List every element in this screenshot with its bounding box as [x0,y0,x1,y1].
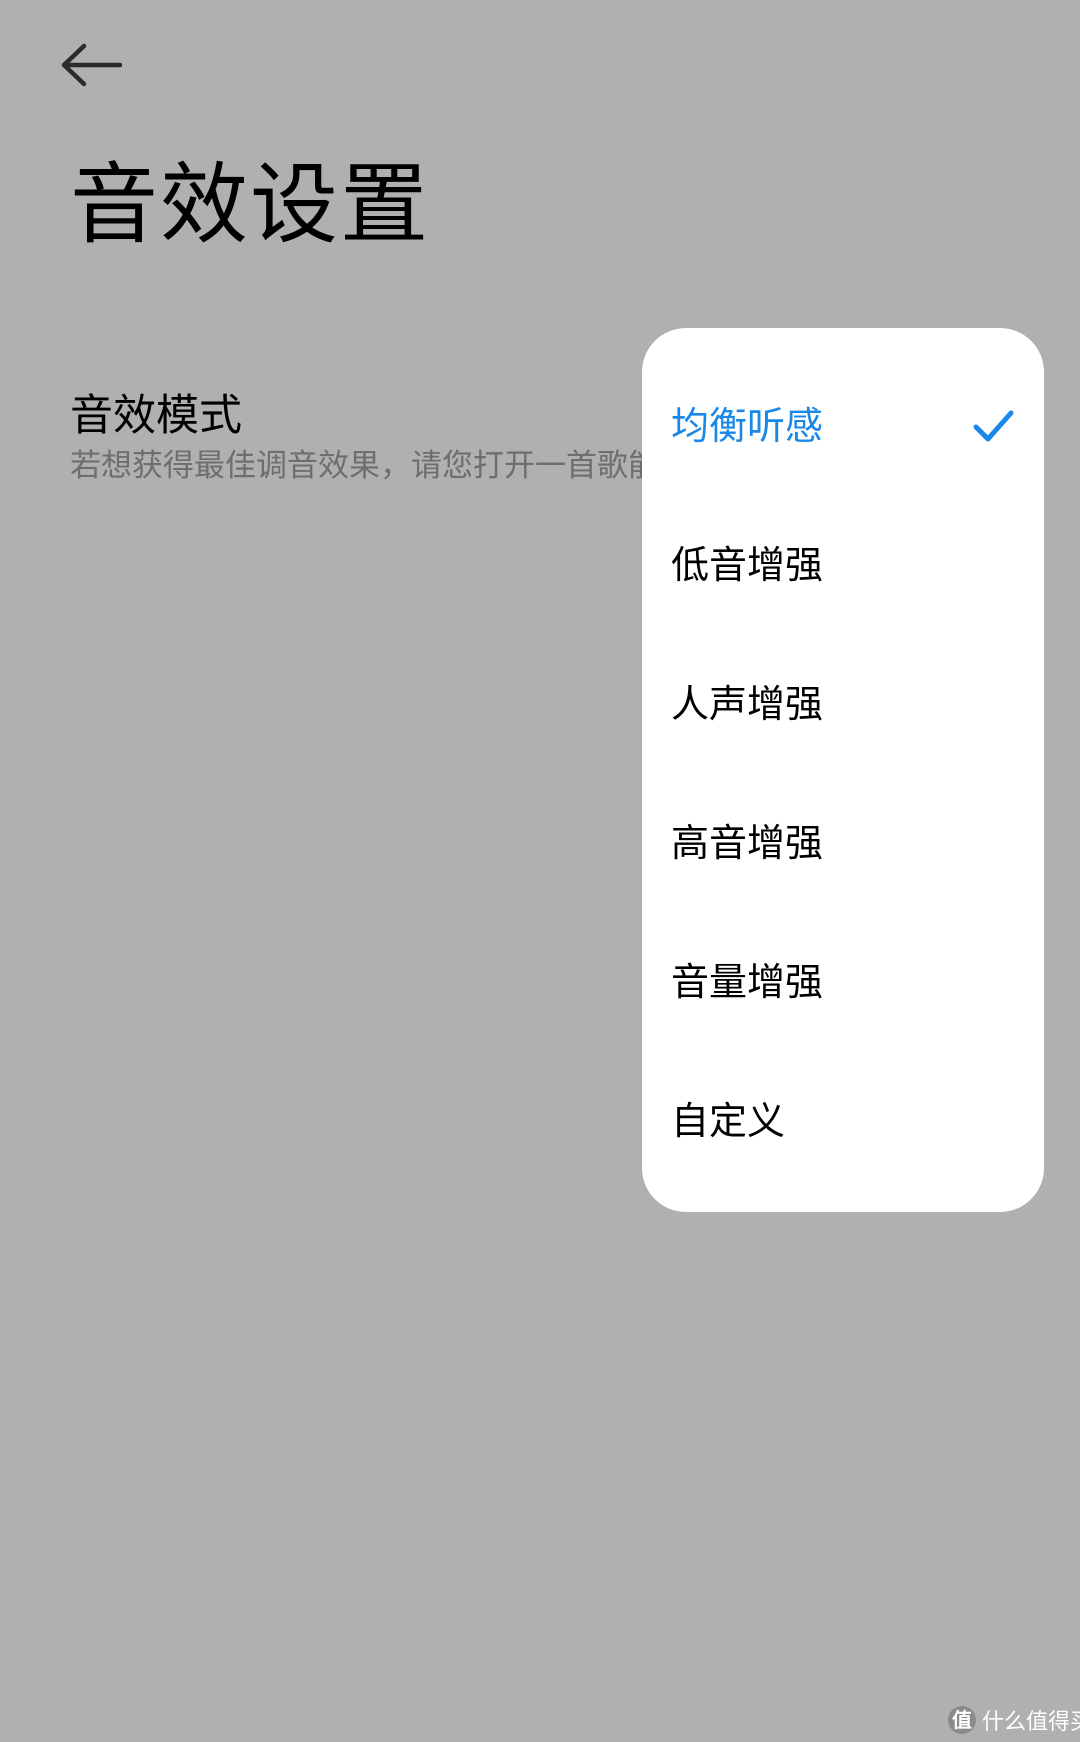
menu-item-treble-boost[interactable]: 高音增强 [642,773,1044,912]
menu-item-volume-boost[interactable]: 音量增强 [642,912,1044,1051]
menu-item-label: 均衡听感 [671,403,824,448]
menu-item-label: 自定义 [671,1098,786,1143]
sound-mode-dropdown: 均衡听感 低音增强 人声增强 高音增强 音量增强 自定义 [642,328,1044,1212]
menu-item-label: 低音增强 [671,542,824,587]
menu-item-label: 人声增强 [671,681,824,726]
check-icon [970,403,1016,449]
menu-item-bass-boost[interactable]: 低音增强 [642,495,1044,634]
setting-title: 音效模式 [70,391,242,441]
watermark: 值 什么值得买 [948,1702,1080,1738]
page-title: 音效设置 [70,153,431,256]
screen: 音效设置 音效模式 若想获得最佳调音效果，请您打开一首歌能 均衡听感 低音增强 … [0,0,1080,1742]
menu-item-label: 音量增强 [671,959,824,1004]
menu-item-custom[interactable]: 自定义 [642,1051,1044,1190]
menu-item-vocal-boost[interactable]: 人声增强 [642,634,1044,773]
arrow-left-icon [60,43,122,87]
menu-item-balanced[interactable]: 均衡听感 [642,356,1044,495]
back-button[interactable] [60,30,150,100]
watermark-logo-icon: 值 [948,1706,976,1734]
menu-item-label: 高音增强 [671,820,824,865]
watermark-text: 什么值得买 [982,1710,1080,1735]
